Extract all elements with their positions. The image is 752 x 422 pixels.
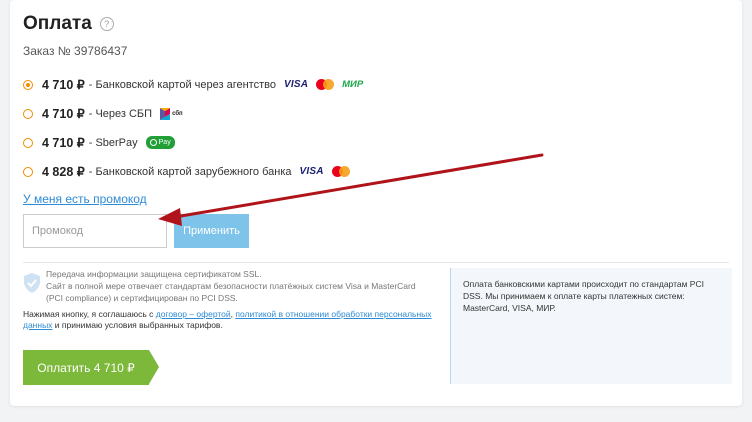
shield-check-icon: [24, 273, 40, 293]
radio-button-selected[interactable]: [23, 79, 33, 90]
visa-logo-icon: VISA: [283, 79, 309, 90]
page-title: Оплата: [23, 13, 92, 34]
divider: [23, 262, 729, 263]
radio-button[interactable]: [23, 137, 33, 148]
security-line: (PCI compliance) и сертифицирован по PCI…: [46, 293, 238, 303]
security-line: Передача информации защищена сертификато…: [46, 269, 262, 279]
card-info-panel: Оплата банковскими картами происходит по…: [450, 268, 732, 384]
apply-promo-button[interactable]: Применить: [174, 214, 249, 248]
consent-suffix: и принимаю условия выбранных тарифов.: [52, 320, 223, 330]
sberpay-logo-icon: Pay: [145, 136, 175, 149]
security-text: Передача информации защищена сертификато…: [46, 268, 436, 304]
sberpay-logo-text: Pay: [158, 139, 171, 146]
sbp-mark-icon: [160, 107, 171, 120]
offer-link[interactable]: договор – офертой: [156, 309, 231, 319]
pay-button-arrow-tip[interactable]: [149, 350, 159, 384]
option-price: 4 710 ₽: [42, 78, 85, 92]
payment-options: 4 710 ₽ - Банковской картой через агентс…: [23, 70, 363, 186]
option-description: - Банковской картой зарубежного банка: [88, 165, 292, 178]
sber-circle-icon: [149, 139, 157, 146]
help-icon[interactable]: ?: [99, 17, 114, 31]
radio-button[interactable]: [23, 166, 33, 177]
pay-button[interactable]: Оплатить 4 710 ₽: [23, 350, 149, 385]
security-line: Сайт в полной мере отвечает стандартам б…: [46, 281, 416, 291]
option-price: 4 710 ₽: [42, 136, 85, 150]
radio-button[interactable]: [23, 108, 33, 119]
sbp-logo-text: сбп: [172, 110, 183, 117]
visa-logo-icon: VISA: [299, 166, 324, 177]
consent-text: Нажимая кнопку, я соглашаюсь с договор –…: [23, 309, 443, 331]
payment-option-foreign-card[interactable]: 4 828 ₽ - Банковской картой зарубежного …: [23, 157, 363, 186]
sbp-logo-icon: сбп: [160, 107, 183, 120]
payment-option-card-agency[interactable]: 4 710 ₽ - Банковской картой через агентс…: [23, 70, 363, 99]
option-description: - Банковской картой через агентство: [88, 78, 276, 91]
option-price: 4 828 ₽: [42, 165, 85, 179]
payment-option-sbp[interactable]: 4 710 ₽ - Через СБП сбп: [23, 99, 363, 128]
option-price: 4 710 ₽: [42, 107, 85, 121]
consent-prefix: Нажимая кнопку, я соглашаюсь с: [23, 309, 156, 319]
payment-logos: VISA МИР: [284, 79, 363, 90]
option-description: - SberPay: [88, 136, 138, 149]
payment-card: Оплата ? Заказ № 39786437 4 710 ₽ - Банк…: [10, 0, 742, 406]
option-description: - Через СБП: [88, 107, 153, 120]
promo-code-link[interactable]: У меня есть промокод: [23, 192, 147, 206]
title-row: Оплата ?: [23, 13, 114, 35]
payment-option-sberpay[interactable]: 4 710 ₽ - SberPay Pay: [23, 128, 363, 157]
mir-logo-icon: МИР: [342, 79, 364, 90]
mastercard-logo-icon: [331, 166, 350, 177]
order-number: Заказ № 39786437: [23, 44, 128, 58]
promo-code-input[interactable]: [23, 214, 167, 248]
mastercard-logo-icon: [316, 79, 335, 90]
payment-logos: VISA: [300, 166, 350, 177]
